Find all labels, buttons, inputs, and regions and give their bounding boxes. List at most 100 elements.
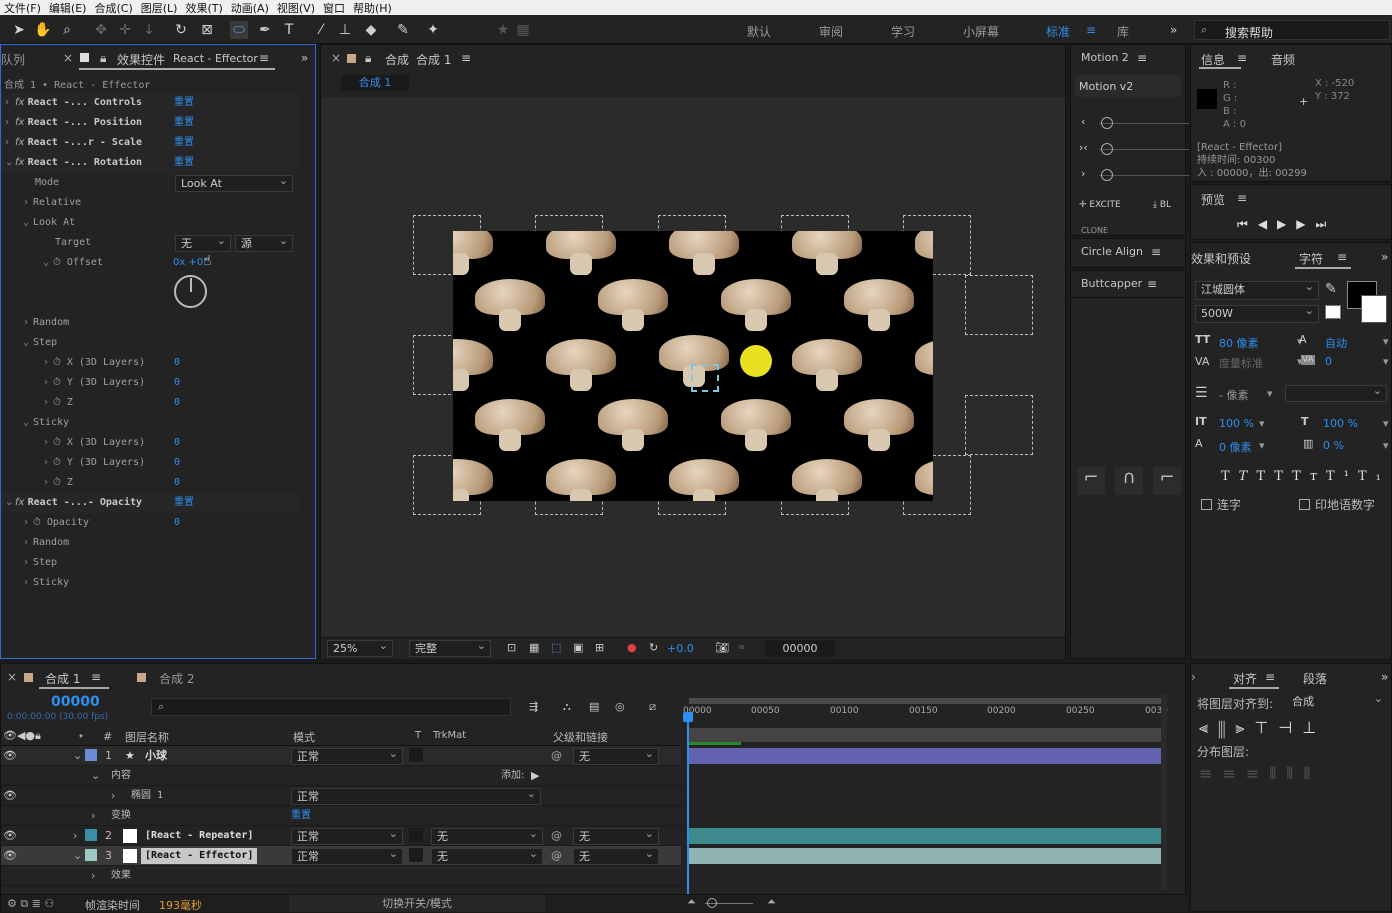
- zoom-slider-knob[interactable]: [707, 898, 717, 908]
- pan-tool-icon[interactable]: ✛: [116, 21, 134, 39]
- effect-scale-row[interactable]: › fx React -...r - Scale 重置: [1, 133, 299, 153]
- subscript-icon[interactable]: T₁: [1358, 469, 1390, 484]
- step-row[interactable]: ⌄ Step: [1, 333, 299, 353]
- menu-help[interactable]: 帮助(H): [349, 0, 396, 16]
- toggle-switches-modes[interactable]: 切换开关/模式: [289, 895, 545, 912]
- transparency-grid-icon[interactable]: ▦: [529, 641, 539, 654]
- dropdown-arrow[interactable]: ▾: [1259, 417, 1265, 430]
- show-snapshot-icon[interactable]: ⚭: [737, 641, 746, 654]
- tab-queue[interactable]: 队列: [1, 51, 25, 68]
- font-style-dropdown[interactable]: 500W: [1195, 303, 1319, 323]
- lock-icon[interactable]: 🔒︎: [100, 51, 106, 66]
- layer-row-2[interactable]: 👁︎ › 2 [React - Repeater] 正常 无 @ 无: [1, 826, 681, 846]
- stopwatch-icon[interactable]: ⏱: [33, 517, 41, 528]
- lock-icon[interactable]: 🔒︎: [365, 51, 371, 66]
- slider-knob[interactable]: [1101, 117, 1113, 129]
- workspace-learn[interactable]: 学习: [891, 23, 915, 40]
- distribute-top-icon[interactable]: ≡: [1199, 764, 1222, 783]
- align-left-icon[interactable]: ⫷: [1199, 718, 1218, 737]
- exposure-value[interactable]: +0.0: [667, 642, 694, 655]
- all-caps-icon[interactable]: TT: [1256, 469, 1292, 484]
- workspace-small-screen[interactable]: 小屏幕: [963, 23, 999, 40]
- random-row[interactable]: › Random: [1, 313, 299, 333]
- transform-row[interactable]: › 变换 重置: [1, 806, 681, 826]
- effect-position-row[interactable]: › fx React -... Position 重置: [1, 113, 299, 133]
- align-bottom-icon[interactable]: ⊥: [1302, 718, 1326, 737]
- opacity-value[interactable]: 0: [174, 513, 180, 533]
- step-x-value[interactable]: 0: [174, 353, 180, 373]
- sticky-row[interactable]: ⌄ Sticky: [1, 413, 299, 433]
- distribute-hcenter-icon[interactable]: ⦀: [1286, 764, 1303, 783]
- align-to-dropdown[interactable]: 合成: [1287, 691, 1387, 712]
- stroke-width-value[interactable]: - 像素: [1219, 387, 1248, 403]
- panel-menu-icon[interactable]: ≡: [1337, 250, 1347, 264]
- region-of-interest-icon[interactable]: ▣: [573, 641, 583, 654]
- opacity-random-row[interactable]: › Random: [1, 533, 299, 553]
- tab-composition[interactable]: 合成: [385, 51, 409, 68]
- parent-dropdown[interactable]: 无: [573, 746, 659, 765]
- workspace-menu-icon[interactable]: ≡: [1086, 23, 1096, 37]
- menu-layer[interactable]: 图层(L): [137, 0, 182, 16]
- roto-brush-tool-icon[interactable]: ✎: [394, 21, 412, 39]
- more-panels-icon[interactable]: »: [1381, 670, 1388, 684]
- pan-behind-tool-icon[interactable]: ⊠: [198, 21, 216, 39]
- zoom-tool-icon[interactable]: ⌕: [58, 21, 76, 39]
- stroke-color-swatch[interactable]: [1361, 295, 1387, 323]
- close-icon[interactable]: ×: [331, 51, 341, 65]
- font-size-value[interactable]: 80 像素: [1219, 335, 1259, 351]
- layer-bar-1[interactable]: [689, 748, 1161, 764]
- align-hcenter-icon[interactable]: ⫼: [1218, 718, 1235, 737]
- pickwhip-icon[interactable]: @: [551, 746, 562, 766]
- time-graph[interactable]: 00000 00050 00100 00150 00200 00250 0030: [683, 694, 1168, 894]
- next-frame-icon[interactable]: ▶: [1296, 217, 1315, 231]
- type-tool-icon[interactable]: T: [280, 21, 298, 39]
- ellipse-row[interactable]: 👁︎ › 椭圆 1 正常: [1, 786, 681, 806]
- contents-row[interactable]: ⌄ 内容 添加: ▶: [1, 766, 681, 786]
- effect-controls-row[interactable]: › fx React -... Controls 重置: [1, 93, 299, 113]
- align-right-icon[interactable]: ⫸: [1235, 718, 1254, 737]
- selection-tool-icon[interactable]: ➤: [10, 21, 28, 39]
- panel-menu-icon[interactable]: ≡: [259, 51, 269, 65]
- expand-arrow-icon[interactable]: ⌄: [73, 846, 82, 866]
- blend-mode-dropdown[interactable]: 正常: [291, 846, 403, 865]
- transform-reset-link[interactable]: 重置: [291, 806, 311, 826]
- hand-tool-icon[interactable]: ✋: [34, 21, 52, 39]
- stopwatch-icon[interactable]: ⏱: [53, 477, 61, 488]
- panel-menu-icon[interactable]: ≡: [1265, 670, 1275, 684]
- kerning-value[interactable]: 度量标准: [1219, 355, 1263, 371]
- layer-bar-3[interactable]: [689, 848, 1161, 864]
- zoom-in-icon[interactable]: ⏶: [767, 895, 776, 909]
- cap-round-icon[interactable]: ∩: [1115, 467, 1143, 495]
- effect-rotation-row[interactable]: ⌄ fx React -... Rotation 重置: [1, 153, 299, 173]
- ellipse-blend-dropdown[interactable]: 正常: [291, 786, 541, 805]
- panel-menu-icon[interactable]: ≡: [461, 51, 471, 65]
- tracking-value[interactable]: 0: [1325, 355, 1332, 368]
- cap-projecting-icon[interactable]: ⌐: [1153, 467, 1181, 495]
- tab-align[interactable]: 对齐: [1233, 670, 1257, 687]
- angle-dial[interactable]: [174, 275, 207, 308]
- faux-bold-icon[interactable]: T: [1221, 469, 1239, 484]
- menu-edit[interactable]: 编辑(E): [45, 0, 91, 16]
- eraser-tool-icon[interactable]: ◆: [362, 21, 380, 39]
- expand-arrow-icon[interactable]: ›: [91, 866, 95, 886]
- menu-window[interactable]: 窗口: [319, 0, 349, 16]
- sticky-x-value[interactable]: 0: [174, 433, 180, 453]
- visibility-eye-icon[interactable]: 👁︎: [3, 846, 17, 866]
- search-help-input[interactable]: ⌕ 搜索帮助: [1194, 20, 1390, 40]
- pickwhip-icon[interactable]: @: [551, 826, 562, 846]
- viewer[interactable]: [321, 97, 1065, 637]
- no-fill-swatch[interactable]: [1325, 305, 1341, 319]
- time-ruler[interactable]: 00000 00050 00100 00150 00200 00250 0030: [683, 706, 1168, 722]
- tab-effect-controls[interactable]: 效果控件: [117, 51, 165, 68]
- effects-row[interactable]: › 效果: [1, 866, 681, 886]
- pen-tool-icon[interactable]: ✒: [256, 21, 274, 39]
- tab-comp1[interactable]: 合成 1: [45, 670, 80, 687]
- menu-composition[interactable]: 合成(C): [90, 0, 136, 16]
- parent-dropdown[interactable]: 无: [573, 826, 659, 845]
- more-panels-icon[interactable]: »: [1381, 250, 1388, 264]
- clone-stamp-tool-icon[interactable]: ⊥: [336, 21, 354, 39]
- tab-effects-presets[interactable]: 效果和预设: [1191, 250, 1251, 267]
- timeline-scrollbar[interactable]: [1161, 694, 1167, 890]
- workspace-library[interactable]: 库: [1117, 23, 1129, 40]
- stopwatch-icon[interactable]: ⏱: [53, 437, 61, 448]
